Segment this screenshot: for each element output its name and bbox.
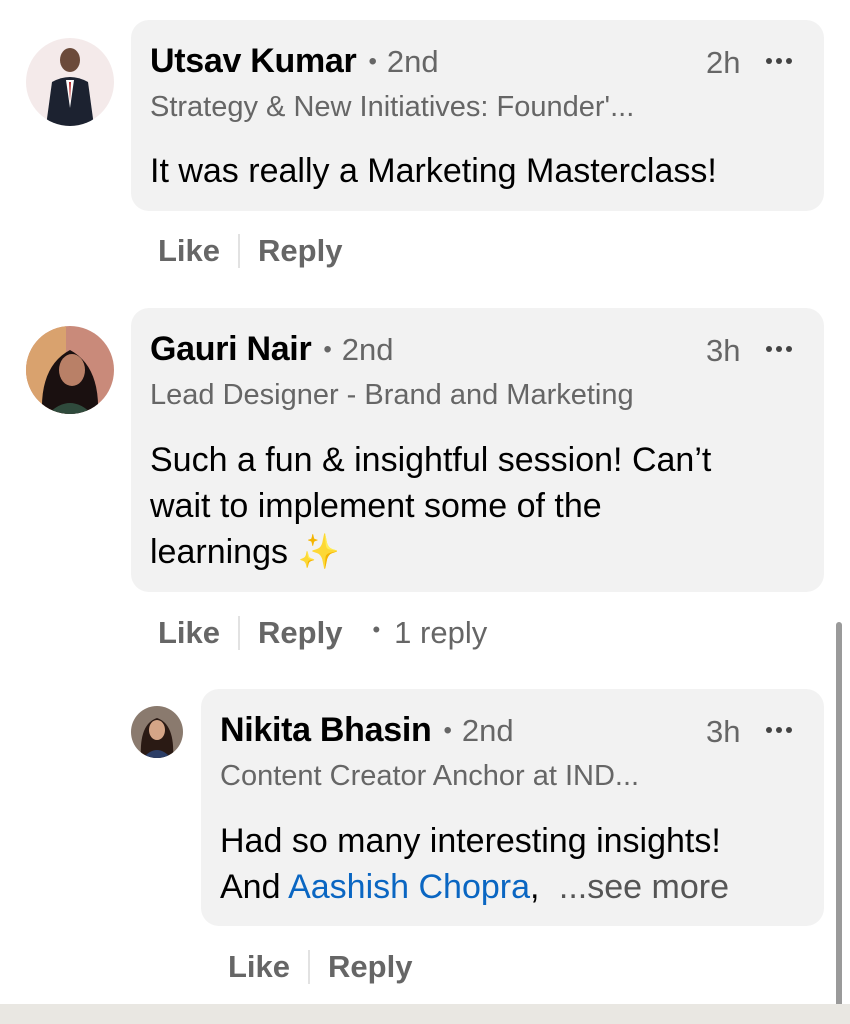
like-button[interactable]: Like	[158, 233, 220, 269]
comment-text: It was really a Marketing Masterclass!	[150, 152, 717, 190]
author-name[interactable]: Nikita Bhasin	[220, 711, 432, 750]
avatar[interactable]	[26, 38, 114, 126]
author-headline: Strategy & New Initiatives: Founder'...	[150, 91, 635, 123]
author-headline: Content Creator Anchor at IND...	[220, 760, 640, 792]
like-button[interactable]: Like	[158, 615, 220, 651]
comment-text-line: And Aashish Chopra, ...see more	[220, 864, 810, 910]
action-divider	[238, 234, 241, 268]
comment-text: Had so many interesting insights! And Aa…	[220, 818, 810, 910]
separator-dot: •	[368, 48, 377, 75]
avatar[interactable]	[26, 326, 114, 414]
comment-actions: Like Reply	[228, 949, 412, 985]
scrollbar[interactable]	[836, 622, 842, 1024]
timestamp: 2h	[706, 45, 741, 80]
avatar-image	[26, 38, 114, 126]
reply-button[interactable]: Reply	[258, 615, 342, 651]
author-name[interactable]: Utsav Kumar	[150, 42, 357, 81]
sparkles-icon: ✨	[297, 533, 340, 571]
reply-button[interactable]: Reply	[258, 233, 342, 269]
comment-text-segment: learnings	[150, 533, 288, 571]
separator-dot: •	[323, 336, 332, 363]
reply-count-link[interactable]: 1 reply	[394, 615, 487, 651]
more-options-icon[interactable]	[766, 346, 792, 352]
comment-actions: Like Reply • 1 reply	[158, 615, 487, 651]
connection-degree: 2nd	[461, 713, 514, 748]
comment-actions: Like Reply	[158, 233, 342, 269]
avatar-image	[131, 706, 183, 758]
author-headline: Lead Designer - Brand and Marketing	[150, 379, 634, 411]
separator-dot: •	[443, 717, 452, 744]
connection-degree: 2nd	[341, 332, 394, 367]
timestamp: 3h	[706, 714, 741, 749]
action-divider	[308, 950, 311, 984]
comment-text-line: wait to implement some of the	[150, 487, 602, 525]
avatar-image	[26, 326, 114, 414]
bottom-bar	[0, 1004, 850, 1024]
comment-text-segment: ,	[530, 868, 540, 906]
comment-text-line: learnings ✨	[150, 529, 810, 575]
comment-text-line: Had so many interesting insights!	[220, 822, 721, 860]
like-button[interactable]: Like	[228, 949, 290, 985]
more-options-icon[interactable]	[766, 727, 792, 733]
more-options-icon[interactable]	[766, 58, 792, 64]
comment-text: Such a fun & insightful session! Can’t w…	[150, 437, 810, 575]
author-line: Nikita Bhasin • 2nd	[220, 711, 514, 750]
timestamp: 3h	[706, 333, 741, 368]
separator-dot: •	[372, 617, 381, 642]
comment-text-line: Such a fun & insightful session! Can’t	[150, 441, 712, 479]
reply-button[interactable]: Reply	[328, 949, 412, 985]
author-line: Utsav Kumar • 2nd	[150, 42, 439, 81]
author-name[interactable]: Gauri Nair	[150, 330, 312, 369]
action-divider	[238, 616, 241, 650]
avatar[interactable]	[131, 706, 183, 758]
comment-text-segment: And	[220, 868, 289, 906]
author-line: Gauri Nair • 2nd	[150, 330, 394, 369]
see-more-link[interactable]: ...see more	[559, 868, 729, 906]
connection-degree: 2nd	[386, 44, 439, 79]
mention-link[interactable]: Aashish Chopra	[288, 868, 530, 906]
